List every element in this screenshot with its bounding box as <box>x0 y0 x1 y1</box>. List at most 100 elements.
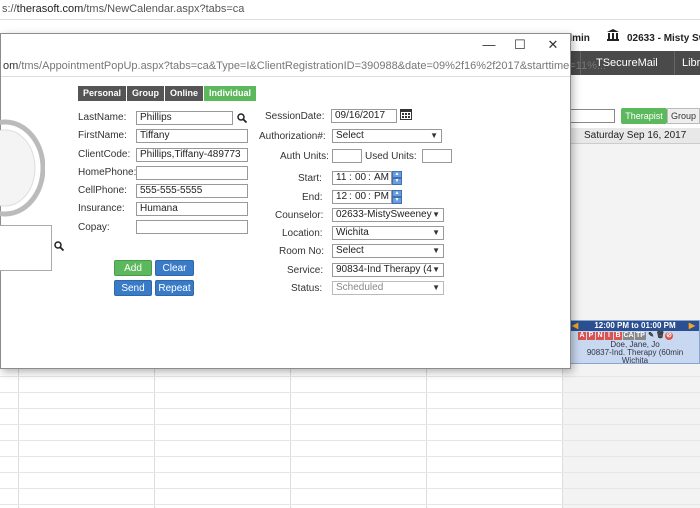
start-label: Start: <box>298 173 322 184</box>
cellphone-field[interactable]: 555-555-5555 <box>136 184 248 198</box>
counselor-select[interactable]: 02633-MistySweeney ▼ <box>332 208 444 222</box>
notes-box[interactable] <box>0 225 52 271</box>
insurance-field[interactable]: Humana <box>136 202 248 216</box>
browser-address-bar[interactable]: s://therasoft.com/tms/NewCalendar.aspx?t… <box>0 0 700 20</box>
next-arrow-icon[interactable]: ▶ <box>689 321 695 331</box>
lastname-field[interactable]: Phillips <box>136 111 233 125</box>
grid-row-line <box>0 456 700 457</box>
end-label: End: <box>302 192 323 203</box>
end-time-field[interactable]: 12:00: PM ▲ ▼ <box>332 190 402 204</box>
nav-library[interactable]: Libr <box>682 57 700 69</box>
clear-button[interactable]: Clear <box>155 260 194 276</box>
maximize-button[interactable]: ☐ <box>506 36 534 54</box>
notes-search-icon[interactable] <box>54 241 64 251</box>
session-date-field[interactable]: 09/16/2017 <box>331 109 397 123</box>
lastname-label: LastName: <box>78 112 127 123</box>
calendar-icon[interactable] <box>400 108 412 120</box>
prev-arrow-icon[interactable]: ◀ <box>572 321 578 331</box>
grid-row-line <box>0 440 700 441</box>
tab-online[interactable]: Online <box>165 86 204 101</box>
firstname-field[interactable]: Tiffany <box>136 129 248 143</box>
start-time-field[interactable]: 11:00: AM ▲ ▼ <box>332 171 402 185</box>
grid-row-line <box>0 424 700 425</box>
grid-row-line <box>0 472 700 473</box>
authorization-label: Authorization#: <box>259 131 326 142</box>
chevron-down-icon: ▼ <box>430 131 438 140</box>
copay-label: Copay: <box>78 222 110 233</box>
tab-individual[interactable]: Individual <box>204 86 257 101</box>
popup-url: om/tms/AppointmentPopUp.aspx?tabs=ca&Typ… <box>3 60 607 72</box>
tab-personal[interactable]: Personal <box>78 86 127 101</box>
day-column-header: Saturday Sep 16, 2017 <box>570 128 700 144</box>
appointment-type-tabs: Personal Group Online Individual <box>78 86 257 101</box>
chevron-down-icon: ▼ <box>432 283 440 292</box>
homephone-field[interactable] <box>136 166 248 180</box>
browser-url: s://therasoft.com/tms/NewCalendar.aspx?t… <box>2 3 245 15</box>
status-label: Status: <box>291 283 323 294</box>
lastname-search-icon[interactable] <box>237 113 247 123</box>
service-select[interactable]: 90834-Ind Therapy (4 ▼ <box>332 263 444 277</box>
calendar-search-input[interactable] <box>570 109 615 123</box>
used-units-field[interactable] <box>422 149 452 163</box>
spin-up-icon[interactable]: ▲ <box>392 190 402 197</box>
spin-down-icon[interactable]: ▼ <box>392 178 402 185</box>
badge-b[interactable]: B <box>614 332 622 340</box>
badge-p[interactable]: P <box>587 332 595 340</box>
end-time-spinner[interactable]: ▲ ▼ <box>392 190 402 204</box>
clientcode-label: ClientCode: <box>78 149 131 160</box>
tab-group[interactable]: Group <box>127 86 165 101</box>
badge-tp[interactable]: TP <box>635 332 646 340</box>
appointment-time-bar: ◀ 12:00 PM to 01:00 PM ▶ <box>571 321 699 331</box>
firstname-label: FirstName: <box>78 130 127 141</box>
auth-units-field[interactable] <box>332 149 362 163</box>
chevron-down-icon: ▼ <box>432 228 440 237</box>
user-name: 02633 - Misty Swe <box>627 33 700 44</box>
clientcode-field[interactable]: Phillips,Tiffany-489773 <box>136 148 248 162</box>
badge-n[interactable]: N <box>596 332 604 340</box>
location-select[interactable]: Wichita ▼ <box>332 226 444 240</box>
therapist-view-button[interactable]: Therapist <box>621 108 667 124</box>
grid-row-line <box>0 392 700 393</box>
auth-units-label: Auth Units: <box>280 151 329 162</box>
badge-i[interactable]: I <box>605 332 613 340</box>
authorization-select[interactable]: Select ▼ <box>332 129 442 143</box>
close-button[interactable]: ✕ <box>539 36 567 54</box>
grid-row-line <box>0 488 700 489</box>
chevron-down-icon: ▼ <box>432 265 440 274</box>
room-select[interactable]: Select ▼ <box>332 244 444 258</box>
repeat-button[interactable]: Repeat <box>155 280 194 296</box>
appointment-time: 12:00 PM to 01:00 PM <box>594 321 676 330</box>
badge-a[interactable]: A <box>578 332 586 340</box>
badge-ca[interactable]: CA <box>623 332 634 340</box>
send-button[interactable]: Send <box>114 280 152 296</box>
cancel-icon[interactable]: ⊘ <box>665 332 673 340</box>
group-view-button[interactable]: Group <box>667 108 700 124</box>
popup-address-bar[interactable]: om/tms/AppointmentPopUp.aspx?tabs=ca&Typ… <box>1 56 606 77</box>
room-label: Room No: <box>279 246 325 257</box>
grid-row-line <box>0 376 700 377</box>
appointment-location: Wichita <box>621 356 649 365</box>
appointment-block[interactable]: ◀ 12:00 PM to 01:00 PM ▶ A P N I B CA TP ✎ 🗑⊘ Do… <box>570 320 700 365</box>
insurance-label: Insurance: <box>78 203 125 214</box>
trash-icon[interactable]: 🗑 <box>656 332 665 340</box>
add-button[interactable]: Add <box>114 260 152 276</box>
used-units-label: Used Units: <box>365 151 417 162</box>
service-label: Service: <box>287 265 324 276</box>
session-date-label: SessionDate: <box>265 111 325 122</box>
grid-row-line <box>0 504 700 505</box>
copay-field[interactable] <box>136 220 248 234</box>
spin-up-icon[interactable]: ▲ <box>392 171 402 178</box>
status-select[interactable]: Scheduled ▼ <box>332 281 444 295</box>
bank-icon <box>607 29 619 41</box>
minimize-button[interactable]: — <box>475 36 503 54</box>
nav-divider <box>674 51 675 75</box>
client-photo <box>0 119 45 217</box>
start-time-spinner[interactable]: ▲ ▼ <box>392 171 402 185</box>
edit-icon[interactable]: ✎ <box>647 332 655 340</box>
grid-row-line <box>0 408 700 409</box>
appointment-popup-window: — ☐ ✕ om/tms/AppointmentPopUp.aspx?tabs=… <box>0 33 606 369</box>
chevron-down-icon: ▼ <box>432 246 440 255</box>
homephone-label: HomePhone: <box>78 167 137 178</box>
spin-down-icon[interactable]: ▼ <box>392 197 402 204</box>
popup-title-bar: — ☐ ✕ <box>1 34 570 56</box>
